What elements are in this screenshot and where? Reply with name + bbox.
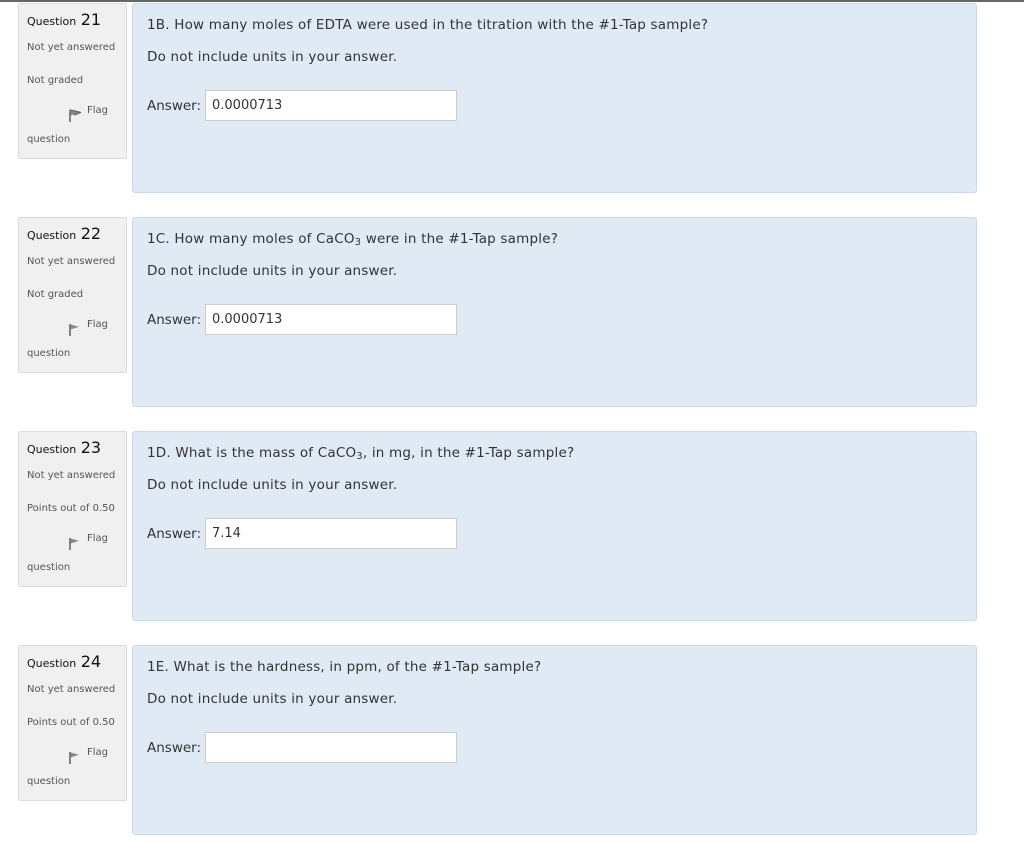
question-text-main: 1B. How many moles of EDTA were used in … <box>147 17 709 33</box>
question-note: Do not include units in your answer. <box>147 263 398 279</box>
answer-label: Answer: <box>147 740 202 756</box>
question-text-main: 1E. What is the hardness, in ppm, of the… <box>147 659 542 675</box>
question-23: Question 23 Not yet answered Points out … <box>0 431 1024 621</box>
question-number-label: Question <box>27 657 77 670</box>
question-text-main: 1D. What is the mass of CaCO <box>147 445 357 461</box>
question-note: Do not include units in your answer. <box>147 477 398 493</box>
flag-label-continued: question <box>27 776 71 787</box>
question-grade: Not graded <box>27 75 84 86</box>
answer-input[interactable] <box>205 90 457 121</box>
question-number-value: 23 <box>80 438 102 457</box>
question-number: Question 23 <box>27 438 101 457</box>
question-grade: Points out of 0.50 <box>27 717 115 728</box>
question-number: Question 22 <box>27 224 101 243</box>
question-grade: Not graded <box>27 289 84 300</box>
flag-question-button[interactable]: Flag <box>69 319 108 336</box>
flag-icon <box>69 108 83 122</box>
flag-icon <box>69 536 81 550</box>
question-note: Do not include units in your answer. <box>147 691 398 707</box>
answer-label: Answer: <box>147 98 202 114</box>
question-text: 1C. How many moles of CaCO3 were in the … <box>147 231 558 248</box>
question-text: 1B. How many moles of EDTA were used in … <box>147 17 708 34</box>
flag-label-continued: question <box>27 562 71 573</box>
answer-input[interactable] <box>205 732 457 763</box>
flag-label: Flag <box>87 105 109 116</box>
question-number-value: 24 <box>80 652 102 671</box>
question-number-value: 21 <box>80 10 102 29</box>
question-grade: Points out of 0.50 <box>27 503 115 514</box>
question-content: 1C. How many moles of CaCO3 were in the … <box>132 217 977 407</box>
question-text: 1E. What is the hardness, in ppm, of the… <box>147 659 541 676</box>
answer-input[interactable] <box>205 518 457 549</box>
question-content: 1B. How many moles of EDTA were used in … <box>132 3 977 193</box>
flag-icon <box>69 750 81 764</box>
question-number: Question 24 <box>27 652 101 671</box>
question-content: 1E. What is the hardness, in ppm, of the… <box>132 645 977 835</box>
question-info-panel: Question 23 Not yet answered Points out … <box>18 431 127 587</box>
top-divider <box>0 0 1024 2</box>
question-text-rest: were in the #1-Tap sample? <box>361 231 559 247</box>
flag-label: Flag <box>87 319 109 330</box>
answer-label: Answer: <box>147 312 202 328</box>
question-info-panel: Question 24 Not yet answered Points out … <box>18 645 127 801</box>
question-21: Question 21 Not yet answered Not graded … <box>0 3 1024 193</box>
answer-input[interactable] <box>205 304 457 335</box>
question-state: Not yet answered <box>27 42 116 53</box>
question-number-label: Question <box>27 15 77 28</box>
flag-question-button[interactable]: Flag <box>69 533 108 550</box>
flag-icon <box>69 322 81 336</box>
question-text: 1D. What is the mass of CaCO3, in mg, in… <box>147 445 574 462</box>
question-number-label: Question <box>27 443 77 456</box>
question-text-main: 1C. How many moles of CaCO <box>147 231 355 247</box>
question-state: Not yet answered <box>27 684 116 695</box>
question-info-panel: Question 21 Not yet answered Not graded … <box>18 3 127 159</box>
flag-label-continued: question <box>27 134 71 145</box>
question-info-panel: Question 22 Not yet answered Not graded … <box>18 217 127 373</box>
answer-label: Answer: <box>147 526 202 542</box>
flag-label-continued: question <box>27 348 71 359</box>
question-content: 1D. What is the mass of CaCO3, in mg, in… <box>132 431 977 621</box>
question-number-value: 22 <box>80 224 102 243</box>
flag-question-button[interactable]: Flag <box>69 105 108 122</box>
question-state: Not yet answered <box>27 256 116 267</box>
question-number-label: Question <box>27 229 77 242</box>
flag-label: Flag <box>87 747 109 758</box>
question-22: Question 22 Not yet answered Not graded … <box>0 217 1024 407</box>
question-state: Not yet answered <box>27 470 116 481</box>
flag-label: Flag <box>87 533 109 544</box>
question-24: Question 24 Not yet answered Points out … <box>0 645 1024 835</box>
question-text-rest: , in mg, in the #1-Tap sample? <box>362 445 575 461</box>
question-number: Question 21 <box>27 10 101 29</box>
flag-question-button[interactable]: Flag <box>69 747 108 764</box>
question-note: Do not include units in your answer. <box>147 49 398 65</box>
